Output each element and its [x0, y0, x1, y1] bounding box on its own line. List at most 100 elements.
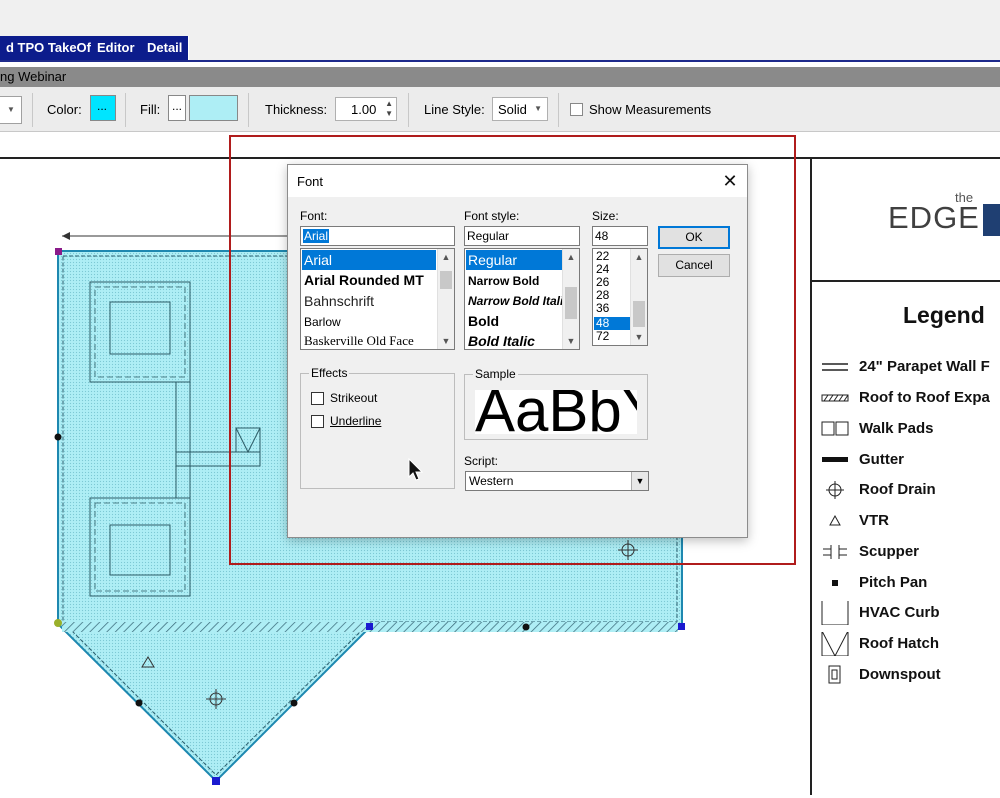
title-area	[0, 0, 1000, 36]
scroll-thumb[interactable]	[440, 271, 452, 289]
style-list-scrollbar[interactable]: ▲ ▼	[562, 249, 579, 349]
scroll-thumb[interactable]	[633, 301, 645, 327]
color-swatch-button[interactable]: ...	[90, 95, 116, 121]
list-item[interactable]: Bold Italic	[466, 331, 535, 349]
legend-item-hvac-curb: HVAC Curb	[820, 601, 1000, 625]
hvac-curb-icon	[821, 601, 849, 625]
fill-button[interactable]: ...	[168, 95, 186, 121]
vertex-handle[interactable]	[678, 623, 685, 630]
thickness-stepper[interactable]: 1.00 ▲ ▼	[335, 97, 397, 121]
legend-panel	[812, 159, 1000, 795]
list-item[interactable]: Narrow Bold	[466, 271, 539, 291]
document-title: ng Webinar	[0, 69, 67, 84]
strikeout-checkbox[interactable]	[311, 392, 324, 405]
list-item[interactable]: 72	[594, 330, 609, 343]
fill-swatch[interactable]	[189, 95, 238, 121]
legend-item-scupper: Scupper	[820, 540, 1000, 564]
size-list[interactable]: 22 24 26 28 36 48 72 ▲ ▼	[592, 248, 648, 346]
midpoint-handle[interactable]	[290, 699, 298, 707]
size-list-scrollbar[interactable]: ▲ ▼	[630, 249, 647, 345]
chevron-up-icon[interactable]: ▲	[438, 249, 454, 265]
parapet-wall-icon	[822, 363, 848, 371]
show-measurements-checkbox[interactable]	[570, 103, 583, 116]
font-style-list[interactable]: Regular Narrow Bold Narrow Bold Italic B…	[464, 248, 580, 350]
tab-tpo-takeoff[interactable]: d TPO TakeOff	[0, 36, 103, 60]
line-style-label: Line Style:	[424, 102, 485, 117]
shape-dropdown[interactable]: ▼	[0, 96, 22, 124]
cancel-button[interactable]: Cancel	[658, 254, 730, 277]
font-style-input[interactable]: Regular	[464, 226, 580, 246]
vertex-handle[interactable]	[55, 248, 62, 255]
logo-edge: EDGE	[888, 200, 980, 235]
legend-item-roof-hatch: Roof Hatch	[820, 632, 1000, 656]
roof-hatch-icon	[821, 632, 849, 656]
midpoint-handle[interactable]	[522, 623, 530, 631]
tab-editor[interactable]: Editor	[91, 36, 142, 60]
list-item[interactable]: Narrow Bold Italic	[466, 291, 570, 311]
font-name-input[interactable]: Arial	[300, 226, 455, 246]
color-label: Color:	[47, 102, 82, 117]
font-name-list[interactable]: Arial Arial Rounded MT Bahnschrift Barlo…	[300, 248, 455, 350]
underline-checkbox[interactable]	[311, 415, 324, 428]
expansion-joint-icon	[821, 394, 849, 402]
toolbar-separator	[125, 93, 126, 127]
sample-preview: AaBbYyZz	[475, 390, 637, 434]
effects-label: Effects	[309, 366, 350, 380]
midpoint-handle[interactable]	[135, 699, 143, 707]
size-input[interactable]: 48	[592, 226, 648, 246]
list-item[interactable]: Bahnschrift	[302, 291, 374, 311]
font-dialog: Font ✕ Font: Arial Arial Arial Rounded M…	[287, 164, 748, 538]
ok-button[interactable]: OK	[658, 226, 730, 249]
list-item[interactable]: Arial Rounded MT	[302, 270, 424, 290]
vertex-handle[interactable]	[54, 619, 62, 627]
vertex-handle[interactable]	[212, 777, 220, 785]
show-measurements-label[interactable]: Show Measurements	[589, 102, 711, 117]
chevron-up-icon[interactable]: ▲	[563, 249, 579, 265]
list-item[interactable]: Bold	[466, 311, 499, 331]
chevron-down-icon: ▼	[534, 104, 542, 113]
stepper-arrows-icon[interactable]: ▲ ▼	[385, 99, 393, 119]
font-list-scrollbar[interactable]: ▲ ▼	[437, 249, 454, 349]
scupper-icon	[823, 545, 847, 559]
script-dropdown[interactable]: Western ▼	[465, 471, 649, 491]
vtr-icon	[829, 514, 841, 526]
toolbar-separator	[248, 93, 249, 127]
list-item[interactable]: Baskerville Old Face	[302, 331, 414, 349]
gutter-icon	[822, 457, 848, 462]
dialog-title-bar[interactable]: Font ✕	[288, 165, 747, 197]
legend-title: Legend	[903, 302, 985, 328]
sample-group: Sample AaBbYyZz	[464, 367, 648, 440]
legend-item-roof-drain: Roof Drain	[820, 478, 1000, 502]
underline-label[interactable]: Underline	[330, 414, 381, 428]
legend-item-vtr: VTR	[820, 509, 1000, 533]
midpoint-handle[interactable]	[54, 433, 62, 441]
strikeout-label[interactable]: Strikeout	[330, 391, 377, 405]
list-item[interactable]: Barlow	[302, 312, 341, 332]
line-style-dropdown[interactable]: Solid ▼	[492, 97, 548, 121]
chevron-down-icon[interactable]: ▼	[631, 329, 647, 345]
walk-pads-icon	[821, 421, 849, 436]
fill-label: Fill:	[140, 102, 161, 117]
dimension-arrow-icon	[62, 232, 70, 240]
legend-item-walk-pads: Walk Pads	[820, 417, 1000, 441]
tab-underline	[0, 60, 1000, 62]
chevron-up-icon[interactable]: ▲	[631, 249, 647, 265]
list-item[interactable]: Regular	[466, 250, 563, 270]
roof-drain-icon	[826, 481, 844, 499]
legend-item-downspout: Downspout	[820, 663, 1000, 687]
scroll-thumb[interactable]	[565, 287, 577, 319]
size-label: Size:	[592, 209, 619, 223]
vertex-handle[interactable]	[366, 623, 373, 630]
chevron-down-icon[interactable]: ▼	[438, 333, 454, 349]
script-label: Script:	[464, 454, 499, 468]
close-icon[interactable]: ✕	[716, 168, 744, 194]
font-label: Font:	[300, 209, 328, 223]
chevron-down-icon[interactable]: ▼	[631, 472, 648, 490]
dialog-title: Font	[297, 174, 324, 189]
effects-group: Effects Strikeout Underline	[300, 366, 455, 489]
chevron-down-icon[interactable]: ▼	[563, 333, 579, 349]
list-item[interactable]: Arial	[302, 250, 436, 270]
list-item[interactable]: 36	[594, 302, 609, 315]
toolbar-separator	[408, 93, 409, 127]
tab-detail[interactable]: Detail	[141, 36, 190, 60]
